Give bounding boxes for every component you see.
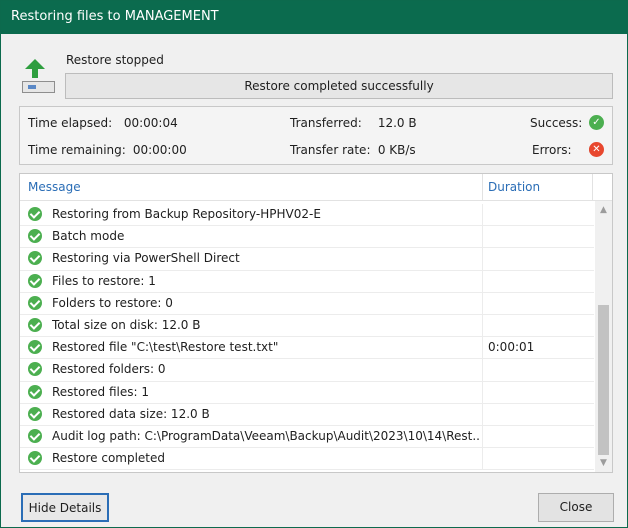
error-count: Errors: 0 bbox=[532, 143, 596, 157]
status-indicator bbox=[22, 81, 55, 93]
time-elapsed-value: 00:00:04 bbox=[123, 116, 178, 130]
vertical-scrollbar[interactable]: ▲ ▼ bbox=[595, 201, 612, 472]
success-check-icon bbox=[28, 251, 42, 266]
log-row[interactable]: Restore completed bbox=[20, 448, 594, 471]
error-x-icon: ✕ bbox=[589, 142, 604, 157]
log-row[interactable]: Batch mode bbox=[20, 226, 594, 249]
log-message: Total size on disk: 12.0 B bbox=[52, 317, 201, 332]
scroll-thumb[interactable] bbox=[598, 305, 609, 455]
success-check-icon bbox=[28, 229, 42, 244]
scroll-up-icon[interactable]: ▲ bbox=[595, 203, 612, 217]
transferred-label: Transferred: bbox=[290, 116, 362, 130]
column-separator bbox=[482, 270, 483, 293]
column-separator bbox=[482, 248, 483, 271]
log-message: Files to restore: 1 bbox=[52, 273, 156, 288]
column-separator bbox=[482, 174, 483, 200]
scroll-down-icon[interactable]: ▼ bbox=[595, 456, 612, 470]
column-separator bbox=[482, 425, 483, 448]
log-message: Batch mode bbox=[52, 229, 125, 244]
success-check-icon bbox=[28, 295, 42, 310]
log-row[interactable]: Restored files: 1 bbox=[20, 381, 594, 404]
column-duration[interactable]: Duration bbox=[488, 180, 540, 194]
restore-dialog: Restoring files to MANAGEMENT Restore st… bbox=[0, 0, 628, 528]
log-message: Folders to restore: 0 bbox=[52, 295, 173, 310]
stats-panel: Time elapsed: 00:00:04 Time remaining: 0… bbox=[19, 106, 613, 165]
success-check-icon: ✓ bbox=[589, 115, 604, 130]
column-separator bbox=[482, 359, 483, 382]
column-separator bbox=[482, 337, 483, 360]
progress-bar: Restore completed successfully bbox=[65, 73, 613, 99]
success-check-icon bbox=[28, 340, 42, 355]
success-check-icon bbox=[28, 428, 42, 443]
column-message[interactable]: Message bbox=[28, 180, 81, 194]
transfer-rate-value: 0 KB/s bbox=[377, 143, 416, 157]
success-check-icon bbox=[28, 406, 42, 421]
transfer-rate-label: Transfer rate: bbox=[290, 143, 371, 157]
column-separator bbox=[482, 314, 483, 337]
column-separator bbox=[482, 226, 483, 249]
log-row[interactable]: Restoring via PowerShell Direct bbox=[20, 248, 594, 271]
time-remaining-value: 00:00:00 bbox=[132, 143, 187, 157]
success-check-icon bbox=[28, 273, 42, 288]
success-label: Success: bbox=[530, 116, 583, 130]
log-message: Restoring via PowerShell Direct bbox=[52, 251, 240, 266]
transferred: Transferred: 12.0 B bbox=[290, 116, 417, 130]
log-row[interactable]: Folders to restore: 0 bbox=[20, 292, 594, 315]
log-message: Restored folders: 0 bbox=[52, 362, 166, 377]
success-check-icon bbox=[28, 317, 42, 332]
column-separator bbox=[592, 174, 593, 200]
column-separator bbox=[482, 204, 483, 226]
time-remaining-label: Time remaining: bbox=[28, 143, 126, 157]
success-check-icon bbox=[28, 384, 42, 399]
log-row[interactable]: Restoring from Backup Repository-HPHV02-… bbox=[20, 204, 594, 227]
time-remaining: Time remaining: 00:00:00 bbox=[28, 143, 187, 157]
success-check-icon bbox=[28, 451, 42, 466]
progress-area: Restore completed successfully bbox=[20, 73, 613, 99]
column-separator bbox=[482, 292, 483, 315]
log-message: Restored files: 1 bbox=[52, 384, 149, 399]
log-message: Restore completed bbox=[52, 451, 166, 466]
log-header: Message Duration bbox=[20, 174, 612, 201]
log-row[interactable]: Total size on disk: 12.0 B bbox=[20, 314, 594, 338]
success-count: Success: 1 bbox=[530, 116, 598, 130]
success-check-icon bbox=[28, 207, 42, 221]
transferred-value: 12.0 B bbox=[377, 116, 417, 130]
success-check-icon bbox=[28, 362, 42, 377]
time-elapsed: Time elapsed: 00:00:04 bbox=[28, 116, 178, 130]
column-separator bbox=[482, 448, 483, 471]
time-elapsed-label: Time elapsed: bbox=[28, 116, 113, 130]
log-message: Audit log path: C:\ProgramData\Veeam\Bac… bbox=[52, 428, 480, 443]
log-row[interactable]: Restored data size: 12.0 B bbox=[20, 403, 594, 426]
log-message: Restored file "C:\test\Restore test.txt" bbox=[52, 340, 279, 355]
errors-label: Errors: bbox=[532, 143, 572, 157]
dialog-title: Restoring files to MANAGEMENT bbox=[1, 1, 627, 34]
log-row[interactable]: Files to restore: 1 bbox=[20, 270, 594, 293]
column-separator bbox=[482, 403, 483, 426]
transfer-rate: Transfer rate: 0 KB/s bbox=[290, 143, 416, 157]
status-label: Restore stopped bbox=[66, 53, 164, 67]
log-row[interactable]: Restored file "C:\test\Restore test.txt"… bbox=[20, 337, 594, 360]
column-separator bbox=[482, 381, 483, 404]
log-duration: 0:00:01 bbox=[488, 340, 535, 355]
log-rows: Restoring from Backup Repository-HPHV02-… bbox=[20, 204, 594, 471]
log-table[interactable]: Message Duration Restoring from Backup R… bbox=[19, 173, 613, 473]
log-message: Restored data size: 12.0 B bbox=[52, 406, 210, 421]
log-row[interactable]: Restored folders: 0 bbox=[20, 359, 594, 382]
close-button[interactable]: Close bbox=[538, 493, 614, 522]
log-row[interactable]: Audit log path: C:\ProgramData\Veeam\Bac… bbox=[20, 425, 594, 449]
log-message: Restoring from Backup Repository-HPHV02-… bbox=[52, 207, 321, 221]
hide-details-button[interactable]: Hide Details bbox=[21, 493, 109, 522]
